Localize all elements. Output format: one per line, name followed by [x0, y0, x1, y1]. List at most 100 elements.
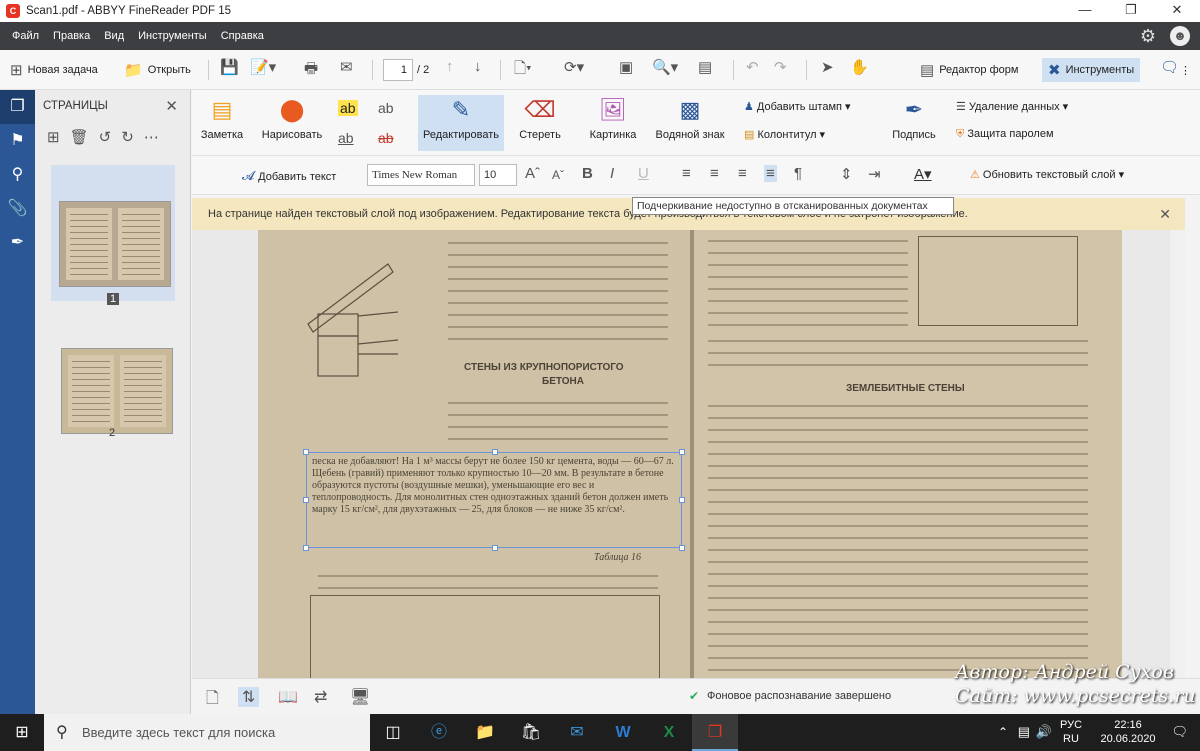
menu-edit[interactable]: Правка [46, 30, 97, 42]
resize-handle[interactable] [492, 545, 498, 551]
save-as-icon[interactable]: 📝▾ [250, 58, 276, 82]
add-page-icon[interactable]: ⊞ [47, 128, 60, 146]
resize-handle[interactable] [679, 545, 685, 551]
remove-data-button[interactable]: ☰ Удаление данных ▾ [956, 100, 1068, 113]
underline-icon[interactable]: U [638, 165, 649, 182]
redo-icon[interactable]: ↷ [774, 58, 787, 82]
finereader-taskbar-icon[interactable]: ❐ [692, 714, 738, 751]
maximize-icon[interactable]: ❐ [1108, 0, 1154, 22]
taskbar-search-box[interactable]: ⚲ Введите здесь текст для поиска [44, 714, 370, 751]
page-thumbnail-selected[interactable]: 1 [51, 165, 175, 305]
notifications-icon[interactable]: 🗨 [1171, 724, 1188, 740]
replace-text-icon[interactable]: ab [378, 100, 394, 116]
highlight-icon[interactable]: ab [338, 100, 358, 116]
font-size-select[interactable]: 10 [479, 164, 517, 186]
presentation-view-icon[interactable]: 🖥 [350, 687, 370, 707]
minimize-icon[interactable]: — [1062, 0, 1108, 22]
resize-handle[interactable] [303, 497, 309, 503]
edit-button[interactable]: ✎ Редактировать [418, 95, 504, 151]
tray-chevron-icon[interactable]: ⌃ [998, 725, 1008, 739]
font-family-select[interactable]: Times New Roman [367, 164, 475, 186]
edge-browser-icon[interactable]: ⓔ [416, 714, 462, 751]
hand-tool-icon[interactable]: ✋ [850, 58, 869, 82]
account-icon[interactable]: ☻ [1170, 26, 1190, 46]
resize-handle[interactable] [303, 449, 309, 455]
page-number-input[interactable]: 1 [383, 59, 413, 81]
increase-font-icon[interactable]: Aˆ [525, 165, 540, 182]
search-icon[interactable]: ⚲ [0, 158, 35, 192]
language-indicator[interactable]: РУС RU [1058, 718, 1084, 746]
delete-page-icon[interactable]: 🗑 [70, 128, 89, 146]
align-center-icon[interactable]: ≡ [710, 165, 719, 182]
task-view-icon[interactable]: ◫ [370, 714, 416, 751]
single-page-view-icon[interactable]: 🗋 [206, 687, 219, 714]
watermark-button[interactable]: ▩ Водяной знак [652, 95, 728, 151]
comments-icon[interactable]: 🗨 [1160, 58, 1179, 82]
fit-page-view-icon[interactable]: ⇄ [314, 687, 327, 707]
resize-handle[interactable] [303, 545, 309, 551]
italic-icon[interactable]: I [610, 165, 614, 182]
word-icon[interactable]: W [600, 714, 646, 751]
text-color-icon[interactable]: A▾ [914, 165, 932, 183]
page-recognize-icon[interactable]: 🔍▾ [652, 58, 678, 82]
bookmarks-icon[interactable]: ⚑ [0, 124, 35, 158]
menu-file[interactable]: Файл [5, 30, 46, 42]
mail-icon[interactable]: ✉ [554, 714, 600, 751]
email-icon[interactable]: ✉ [340, 58, 353, 82]
rotate-left-icon[interactable]: ↺ [99, 128, 112, 146]
vertical-scrollbar[interactable] [1170, 230, 1185, 678]
menu-tools[interactable]: Инструменты [131, 30, 214, 42]
add-text-button[interactable]: 𝓐 Добавить текст [242, 168, 336, 184]
page-down-icon[interactable]: ↓ [474, 58, 482, 82]
rotate-icon[interactable]: ⟳▾ [564, 58, 584, 82]
clock[interactable]: 22:16 20.06.2020 [1096, 718, 1160, 746]
two-page-view-icon[interactable]: 📖 [278, 687, 298, 707]
attachments-icon[interactable]: 📎 [0, 192, 35, 226]
paragraph-icon[interactable]: ¶ [794, 165, 802, 182]
resize-handle[interactable] [679, 497, 685, 503]
password-protect-button[interactable]: ⛨ Защита паролем [956, 128, 1054, 141]
menu-view[interactable]: Вид [97, 30, 131, 42]
tools-button[interactable]: ✖ Инструменты [1042, 58, 1141, 82]
more-options-icon[interactable]: ⋯ [144, 128, 159, 146]
erase-button[interactable]: ⌫ Стереть [514, 95, 566, 151]
strikeout-text-icon[interactable]: ab [378, 130, 394, 146]
add-stamp-button[interactable]: ♟ Добавить штамп ▾ [744, 100, 851, 113]
line-spacing-icon[interactable]: ⇕ [840, 165, 853, 183]
signatures-icon[interactable]: ✒ [0, 226, 35, 260]
file-explorer-icon[interactable]: 📁 [462, 714, 508, 751]
signature-button[interactable]: ✒ Подпись [886, 95, 942, 151]
bold-icon[interactable]: B [582, 165, 593, 182]
new-task-button[interactable]: ⊞ Новая задача [10, 58, 98, 82]
add-page-icon[interactable]: 🗋▾ [514, 58, 532, 82]
indent-icon[interactable]: ⇥ [868, 165, 881, 183]
header-footer-button[interactable]: ▤ Колонтитул ▾ [744, 128, 825, 141]
close-notification-icon[interactable]: ✕ [1159, 198, 1171, 230]
decrease-font-icon[interactable]: Aˇ [552, 168, 564, 182]
close-icon[interactable]: ✕ [1154, 0, 1200, 22]
store-icon[interactable]: 🛍 [508, 714, 554, 751]
fit-width-view-icon[interactable]: ⇅ [238, 687, 260, 707]
undo-icon[interactable]: ↶ [746, 58, 759, 82]
underline-text-icon[interactable]: ab [338, 130, 354, 146]
windows-start-icon[interactable]: ⊞ [0, 714, 44, 751]
save-icon[interactable]: 💾 [220, 58, 239, 82]
settings-gear-icon[interactable]: ⚙ [1140, 26, 1156, 47]
resize-handle[interactable] [492, 449, 498, 455]
draw-button[interactable]: ⬤ Нарисовать [258, 95, 326, 151]
pages-icon[interactable]: ❐ [0, 90, 35, 124]
note-button[interactable]: ▤ Заметка [198, 95, 246, 151]
rotate-right-icon[interactable]: ↻ [121, 128, 134, 146]
close-panel-icon[interactable]: ✕ [165, 97, 178, 115]
justify-icon[interactable]: ≡ [764, 165, 777, 182]
selected-text-block[interactable]: песка не добавляют! На 1 м³ массы берут … [312, 456, 676, 516]
align-left-icon[interactable]: ≡ [682, 165, 691, 182]
open-button[interactable]: 📁 Открыть [124, 58, 191, 82]
page-2-thumbnail[interactable] [61, 348, 173, 434]
update-text-layer-button[interactable]: ⚠ Обновить текстовый слой ▾ [970, 168, 1124, 181]
align-right-icon[interactable]: ≡ [738, 165, 747, 182]
excel-icon[interactable]: X [646, 714, 692, 751]
network-icon[interactable]: ▤ [1018, 724, 1030, 740]
crop-icon[interactable]: ▣ [619, 58, 633, 82]
form-editor-button[interactable]: ▤ Редактор форм [920, 58, 1018, 82]
